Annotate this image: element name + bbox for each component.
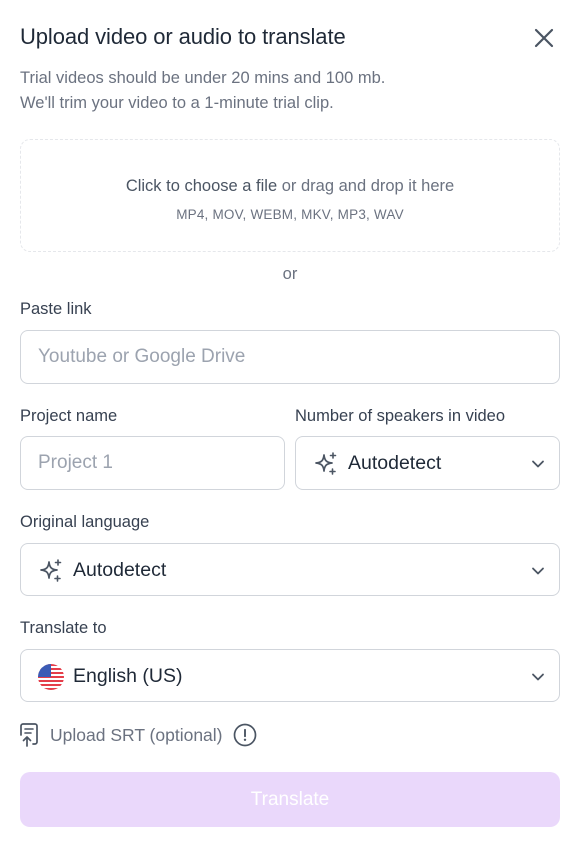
info-icon[interactable] xyxy=(233,723,257,747)
translate-to-select[interactable]: English (US) xyxy=(20,649,560,702)
file-dropzone[interactable]: Click to choose a file or drag and drop … xyxy=(20,139,560,252)
close-button[interactable] xyxy=(530,24,558,52)
sparkles-icon xyxy=(40,559,62,582)
speakers-label: Number of speakers in video xyxy=(295,407,506,425)
close-icon xyxy=(534,28,554,48)
project-name-input[interactable] xyxy=(21,437,284,489)
dialog-title: Upload video or audio to translate xyxy=(20,24,346,49)
dialog-subtitle: Trial videos should be under 20 mins and… xyxy=(20,66,385,116)
choose-file-link[interactable]: Click to choose a file xyxy=(126,177,277,195)
chevron-down-icon xyxy=(532,567,544,575)
original-language-value: Autodetect xyxy=(73,559,167,581)
subtitle-line-1: Trial videos should be under 20 mins and… xyxy=(20,69,386,87)
sparkles-icon xyxy=(315,452,337,475)
original-language-label: Original language xyxy=(20,513,150,531)
translate-button[interactable]: Translate xyxy=(20,772,560,827)
translate-to-value: English (US) xyxy=(73,665,183,687)
speakers-value: Autodetect xyxy=(348,452,442,474)
translate-to-label: Translate to xyxy=(20,619,107,637)
file-upload-icon xyxy=(20,723,38,747)
paste-link-field xyxy=(20,330,560,384)
speakers-select[interactable]: Autodetect xyxy=(295,436,560,490)
paste-link-input[interactable] xyxy=(21,331,559,383)
upload-srt-button[interactable]: Upload SRT (optional) xyxy=(18,722,257,748)
supported-formats: MP4, MOV, WEBM, MKV, MP3, WAV xyxy=(176,207,404,222)
project-name-field xyxy=(20,436,285,490)
drag-drop-text: or drag and drop it here xyxy=(277,177,455,195)
paste-link-label: Paste link xyxy=(20,300,92,318)
us-flag-icon xyxy=(38,664,64,690)
subtitle-line-2: We'll trim your video to a 1-minute tria… xyxy=(20,94,334,112)
project-name-label: Project name xyxy=(20,407,118,425)
chevron-down-icon xyxy=(532,673,544,681)
upload-srt-label: Upload SRT (optional) xyxy=(50,724,223,745)
original-language-select[interactable]: Autodetect xyxy=(20,543,560,596)
dropzone-instructions: Click to choose a file or drag and drop … xyxy=(21,177,559,196)
chevron-down-icon xyxy=(532,460,544,468)
or-divider: or xyxy=(282,265,298,283)
